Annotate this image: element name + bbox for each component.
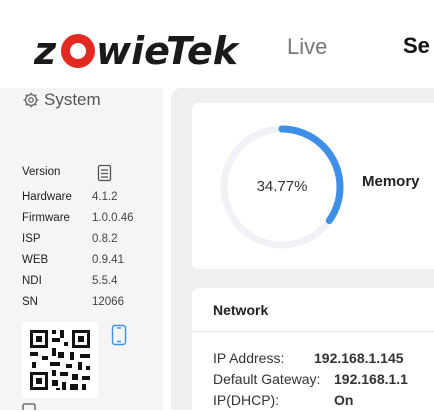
network-value: 192.168.1.145 [314,350,404,366]
qr-code [22,322,98,398]
zowietek-logo[interactable]: z wie Tek [34,24,244,74]
info-row-sn: SN 12066 [22,296,152,314]
network-key: Default Gateway: [213,371,321,387]
info-key: WEB [22,254,49,266]
memory-label: Memory [362,173,420,190]
info-value: 12066 [92,296,124,308]
nav-live[interactable]: Live [287,34,327,60]
svg-text:wie: wie [96,29,170,73]
info-row-web: WEB 0.9.41 [22,254,152,272]
info-value: 5.5.4 [92,275,118,287]
info-value: 0.8.2 [92,233,118,245]
info-key: SN [22,296,38,308]
network-value: 192.168.1.1 [334,371,408,387]
phone-icon[interactable] [111,324,127,346]
network-title: Network [213,302,269,318]
document-icon[interactable] [22,403,36,410]
info-key: Hardware [22,191,72,203]
memory-percent: 34.77% [256,178,308,195]
network-row-ip: IP Address: 192.168.1.145 [213,350,434,370]
info-value: 0.9.41 [92,254,124,266]
divider [192,331,434,332]
network-key: IP Address: [213,350,285,366]
info-row-hardware: Hardware 4.1.2 [22,191,152,209]
network-row-dhcp: IP(DHCP): On [213,392,434,412]
network-value: On [334,392,354,408]
gear-icon [23,92,39,108]
info-key: ISP [22,233,41,245]
info-row-isp: ISP 0.8.2 [22,233,152,251]
info-row-firmware: Firmware 1.0.0.46 [22,212,152,230]
sidebar-section-title: System [44,90,101,109]
info-key: Firmware [22,212,70,224]
info-value: 1.0.0.46 [92,212,134,224]
nav-settings[interactable]: Se [403,33,430,59]
info-row-version: Version [22,166,152,184]
svg-text:Tek: Tek [166,29,241,73]
network-row-gateway: Default Gateway: 192.168.1.1 [213,371,434,391]
info-key: NDI [22,275,42,287]
svg-text:z: z [34,29,57,73]
document-icon[interactable] [97,164,113,182]
info-key: Version [22,166,61,178]
info-row-ndi: NDI 5.5.4 [22,275,152,293]
sidebar-item-system[interactable]: System [22,88,101,112]
info-value: 4.1.2 [92,191,118,203]
network-key: IP(DHCP): [213,392,280,408]
